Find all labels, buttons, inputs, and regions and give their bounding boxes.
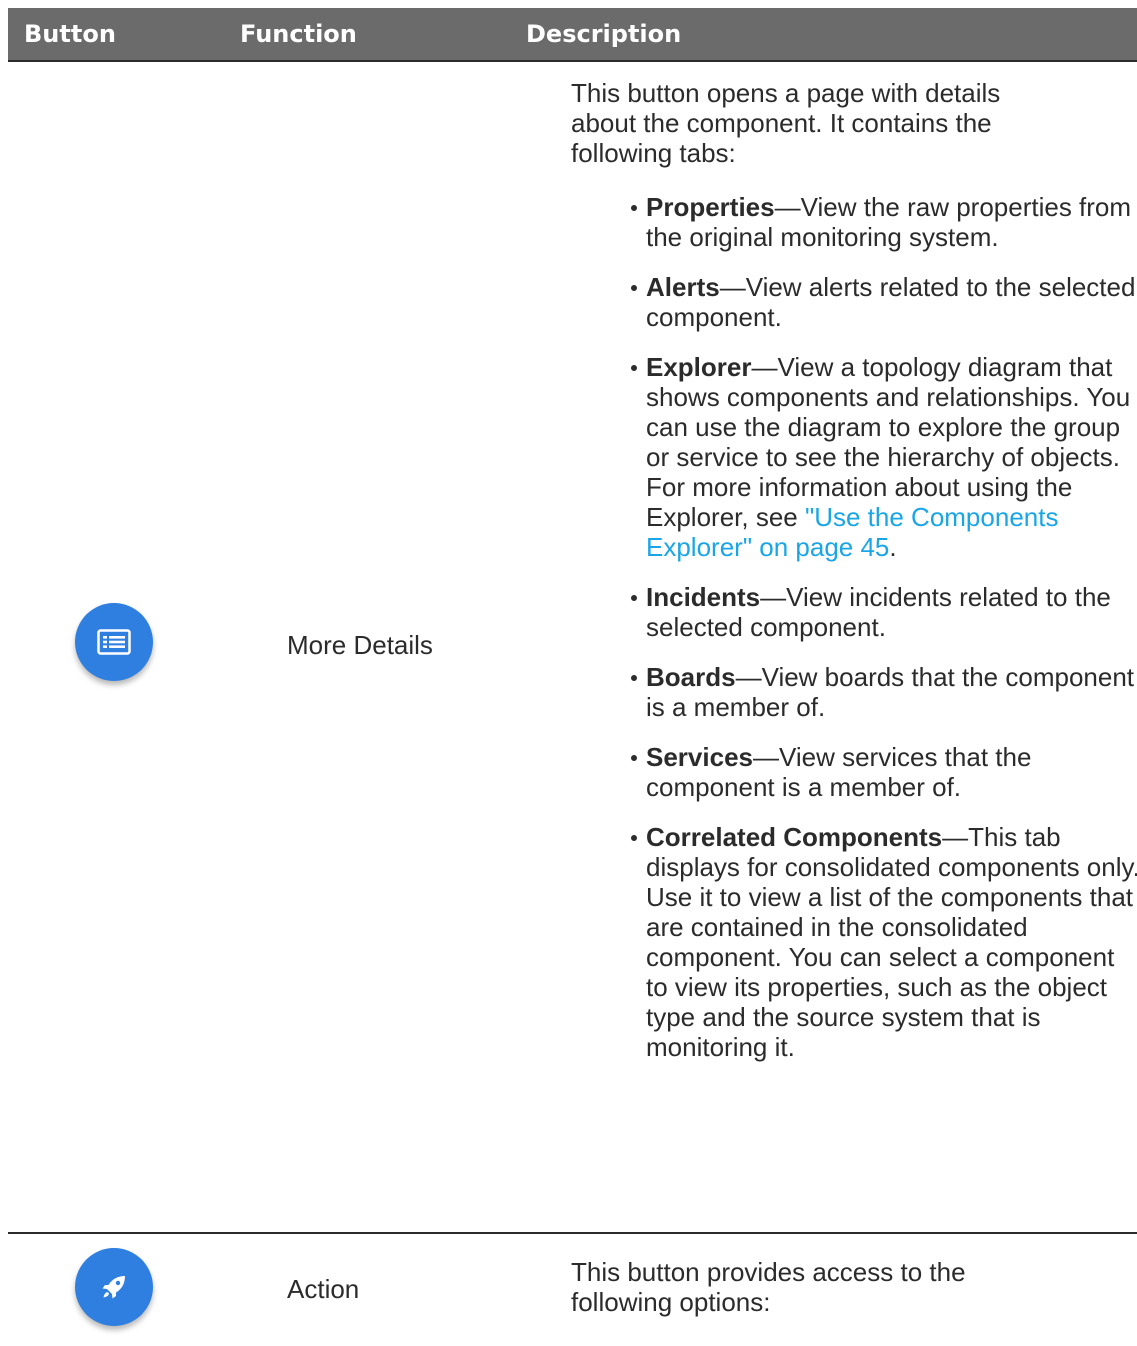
description-action: This button provides access to the follo… — [571, 1257, 1137, 1317]
tab-description: —View alerts related to the selected com… — [646, 272, 1136, 332]
header-divider — [8, 60, 1137, 62]
tab-name: Incidents — [646, 582, 761, 612]
function-action: Action — [287, 1274, 360, 1304]
column-header-function: Function — [240, 20, 357, 48]
function-more-details: More Details — [287, 630, 433, 660]
list-item: Alerts—View alerts related to the select… — [571, 272, 1137, 332]
list-item: Services—View services that the componen… — [571, 742, 1137, 802]
tab-description-end: . — [889, 532, 897, 562]
row-divider — [8, 1232, 1137, 1234]
list-item: Properties—View the raw properties from … — [571, 192, 1137, 252]
more-details-button[interactable] — [75, 603, 153, 681]
tab-name: Boards — [646, 662, 736, 692]
table-header: Button Function Description — [8, 8, 1137, 60]
list-item: Correlated Components—This tab displays … — [571, 822, 1137, 1062]
tab-name: Correlated Components — [646, 822, 943, 852]
list-details-icon — [97, 629, 131, 655]
tabs-list: Properties—View the raw properties from … — [571, 192, 1137, 1062]
list-item: Incidents—View incidents related to the … — [571, 582, 1137, 642]
tab-name: Properties — [646, 192, 775, 222]
description-more-details: This button opens a page with details ab… — [571, 78, 1137, 1082]
tab-name: Services — [646, 742, 753, 772]
tab-name: Alerts — [646, 272, 720, 302]
tab-description: —This tab displays for consolidated comp… — [646, 822, 1137, 1062]
tab-name: Explorer — [646, 352, 752, 382]
list-item: Explorer—View a topology diagram that sh… — [571, 352, 1137, 562]
column-header-button: Button — [24, 20, 116, 48]
list-item: Boards—View boards that the component is… — [571, 662, 1137, 722]
action-button[interactable] — [75, 1248, 153, 1326]
column-header-description: Description — [526, 20, 682, 48]
rocket-icon — [100, 1273, 128, 1301]
description-intro: This button opens a page with details ab… — [571, 78, 1001, 168]
description-intro: This button provides access to the follo… — [571, 1257, 966, 1317]
